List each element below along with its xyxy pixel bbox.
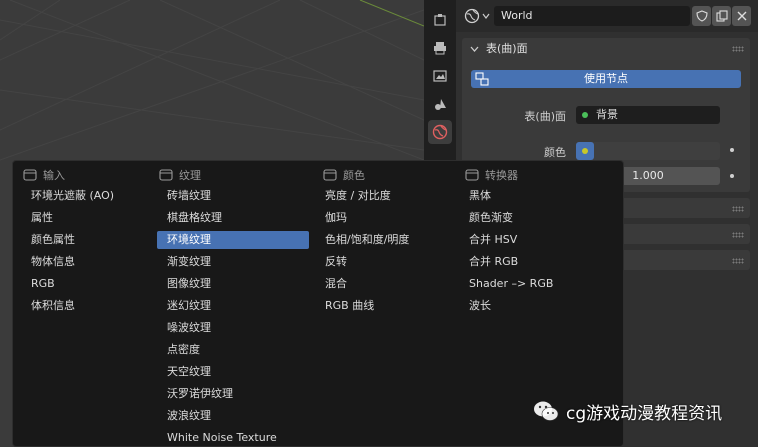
menu-item-highlighted[interactable]: 环境纹理 (157, 231, 309, 249)
chevron-down-icon (470, 38, 479, 62)
surface-label: 表(曲)面 (524, 110, 566, 123)
menu-item[interactable]: 色相/饱和度/明度 (315, 231, 467, 249)
surface-panel-title: 表(曲)面 (486, 42, 528, 55)
color-socket-icon (582, 148, 588, 154)
world-icon (464, 8, 480, 24)
menu-item[interactable]: 亮度 / 对比度 (315, 187, 467, 205)
node-icon (465, 169, 479, 181)
color-socket-button[interactable] (576, 142, 594, 160)
surface-value: 背景 (596, 108, 618, 121)
printer-icon (434, 42, 446, 55)
use-nodes-label: 使用节点 (584, 72, 628, 85)
world-name-field[interactable]: World (494, 6, 690, 26)
menu-item[interactable]: 噪波纹理 (157, 319, 309, 337)
unlink-button[interactable] (732, 6, 751, 26)
menu-item[interactable]: 合并 RGB (459, 253, 611, 271)
menu-item[interactable]: 沃罗诺伊纹理 (157, 385, 309, 403)
menu-column-header: 输入 (23, 167, 65, 183)
menu-item[interactable]: Shader –> RGB (459, 275, 611, 293)
color-field[interactable] (576, 142, 720, 160)
scene-icon (435, 99, 446, 110)
wechat-icon (534, 401, 559, 421)
menu-item[interactable]: RGB 曲线 (315, 297, 467, 315)
world-header: World (456, 0, 758, 32)
menu-column-header: 纹理 (159, 167, 201, 183)
menu-item[interactable]: 渐变纹理 (157, 253, 309, 271)
menu-item[interactable]: 颜色渐变 (459, 209, 611, 227)
watermark-text: cg游戏动漫教程资讯 (566, 403, 723, 424)
tab-world[interactable] (428, 120, 452, 144)
node-tree-icon (475, 72, 489, 86)
shield-icon (695, 10, 708, 22)
image-icon (433, 70, 447, 82)
menu-item[interactable]: 伽玛 (315, 209, 467, 227)
menu-item[interactable]: 黑体 (459, 187, 611, 205)
menu-item[interactable]: 颜色属性 (21, 231, 173, 249)
menu-item[interactable]: 属性 (21, 209, 173, 227)
menu-column-header: 转换器 (465, 167, 518, 183)
menu-item[interactable]: RGB (21, 275, 173, 293)
menu-item[interactable]: 体积信息 (21, 297, 173, 315)
menu-item[interactable]: 环境光遮蔽 (AO) (21, 187, 173, 205)
menu-item[interactable]: 反转 (315, 253, 467, 271)
menu-column-title: 纹理 (179, 169, 201, 182)
tab-render[interactable] (428, 36, 452, 60)
menu-item[interactable]: 点密度 (157, 341, 309, 359)
surface-shader-field[interactable]: 背景 (576, 106, 720, 124)
tab-output[interactable] (428, 64, 452, 88)
menu-item[interactable]: White Noise Texture (157, 429, 309, 447)
shader-socket-icon (582, 112, 588, 118)
menu-column-title: 转换器 (485, 169, 518, 182)
menu-item[interactable]: 图像纹理 (157, 275, 309, 293)
world-browse-button[interactable] (464, 6, 494, 26)
surface-panel-header[interactable]: 表(曲)面 (462, 38, 750, 60)
duplicate-button[interactable] (712, 6, 731, 26)
menu-item[interactable]: 迷幻纹理 (157, 297, 309, 315)
menu-item[interactable]: 砖墙纹理 (157, 187, 309, 205)
fake-user-button[interactable] (692, 6, 711, 26)
tab-tool[interactable] (428, 8, 452, 32)
world-icon (432, 124, 448, 140)
menu-item[interactable]: 混合 (315, 275, 467, 293)
menu-item[interactable]: 波长 (459, 297, 611, 315)
menu-item[interactable]: 波浪纹理 (157, 407, 309, 425)
tool-icon (434, 14, 446, 26)
menu-column-header: 颜色 (323, 167, 365, 183)
keyframe-dot-icon[interactable] (730, 148, 734, 152)
drag-grip-icon[interactable] (732, 206, 744, 212)
tab-scene[interactable] (428, 92, 452, 116)
drag-grip-icon[interactable] (732, 46, 744, 52)
watermark: cg游戏动漫教程资讯 (532, 398, 722, 424)
menu-item[interactable]: 天空纹理 (157, 363, 309, 381)
menu-item[interactable]: 合并 HSV (459, 231, 611, 249)
color-label: 颜色 (544, 146, 566, 159)
node-icon (323, 169, 337, 181)
drag-grip-icon[interactable] (732, 258, 744, 264)
menu-item[interactable]: 物体信息 (21, 253, 173, 271)
chevron-down-icon (482, 13, 490, 19)
drag-grip-icon[interactable] (732, 232, 744, 238)
menu-column-title: 颜色 (343, 169, 365, 182)
close-icon (737, 11, 746, 21)
keyframe-dot-icon[interactable] (730, 174, 734, 178)
node-icon (23, 169, 37, 181)
copy-icon (715, 10, 728, 22)
menu-item[interactable]: 棋盘格纹理 (157, 209, 309, 227)
node-icon (159, 169, 173, 181)
menu-column-title: 输入 (43, 169, 65, 182)
use-nodes-button[interactable]: 使用节点 (471, 70, 741, 88)
